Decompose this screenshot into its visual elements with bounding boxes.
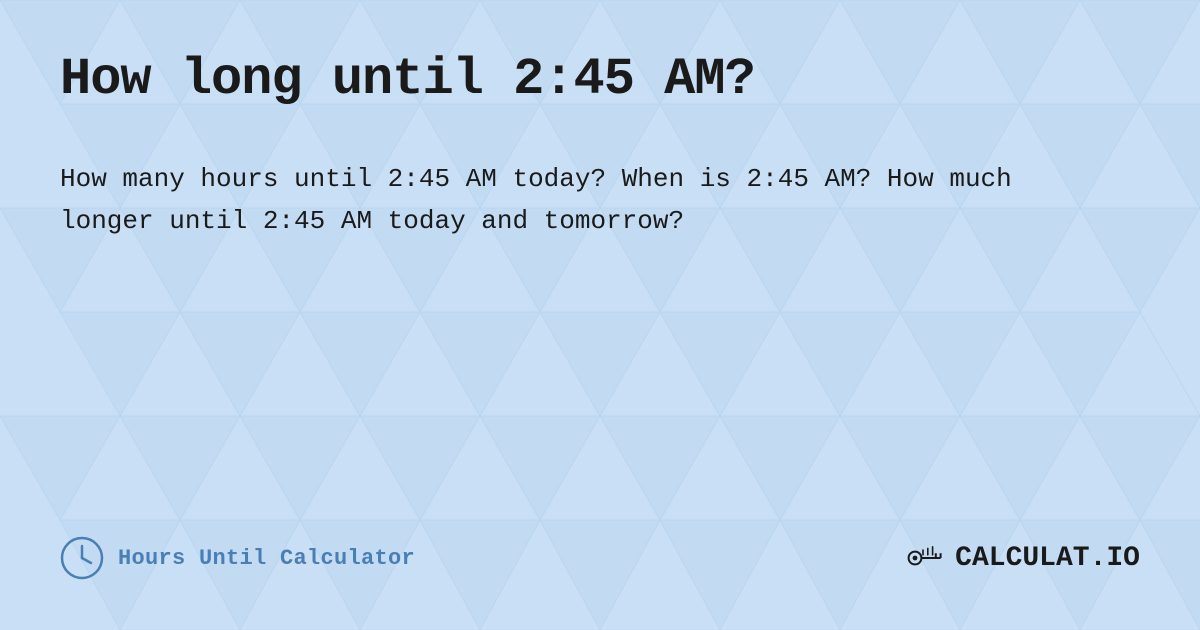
hours-calculator-branding: Hours Until Calculator <box>60 536 415 580</box>
page-title: How long until 2:45 AM? <box>60 50 1140 109</box>
calculat-hand-icon <box>907 541 947 575</box>
calculat-logo-text: CALCULAT.IO <box>955 543 1140 574</box>
page-description: How many hours until 2:45 AM today? When… <box>60 159 1110 242</box>
footer: Hours Until Calculator CALCULAT.IO <box>60 536 1140 590</box>
calculat-logo: CALCULAT.IO <box>907 541 1140 575</box>
hours-calculator-label: Hours Until Calculator <box>118 546 415 571</box>
clock-icon <box>60 536 104 580</box>
